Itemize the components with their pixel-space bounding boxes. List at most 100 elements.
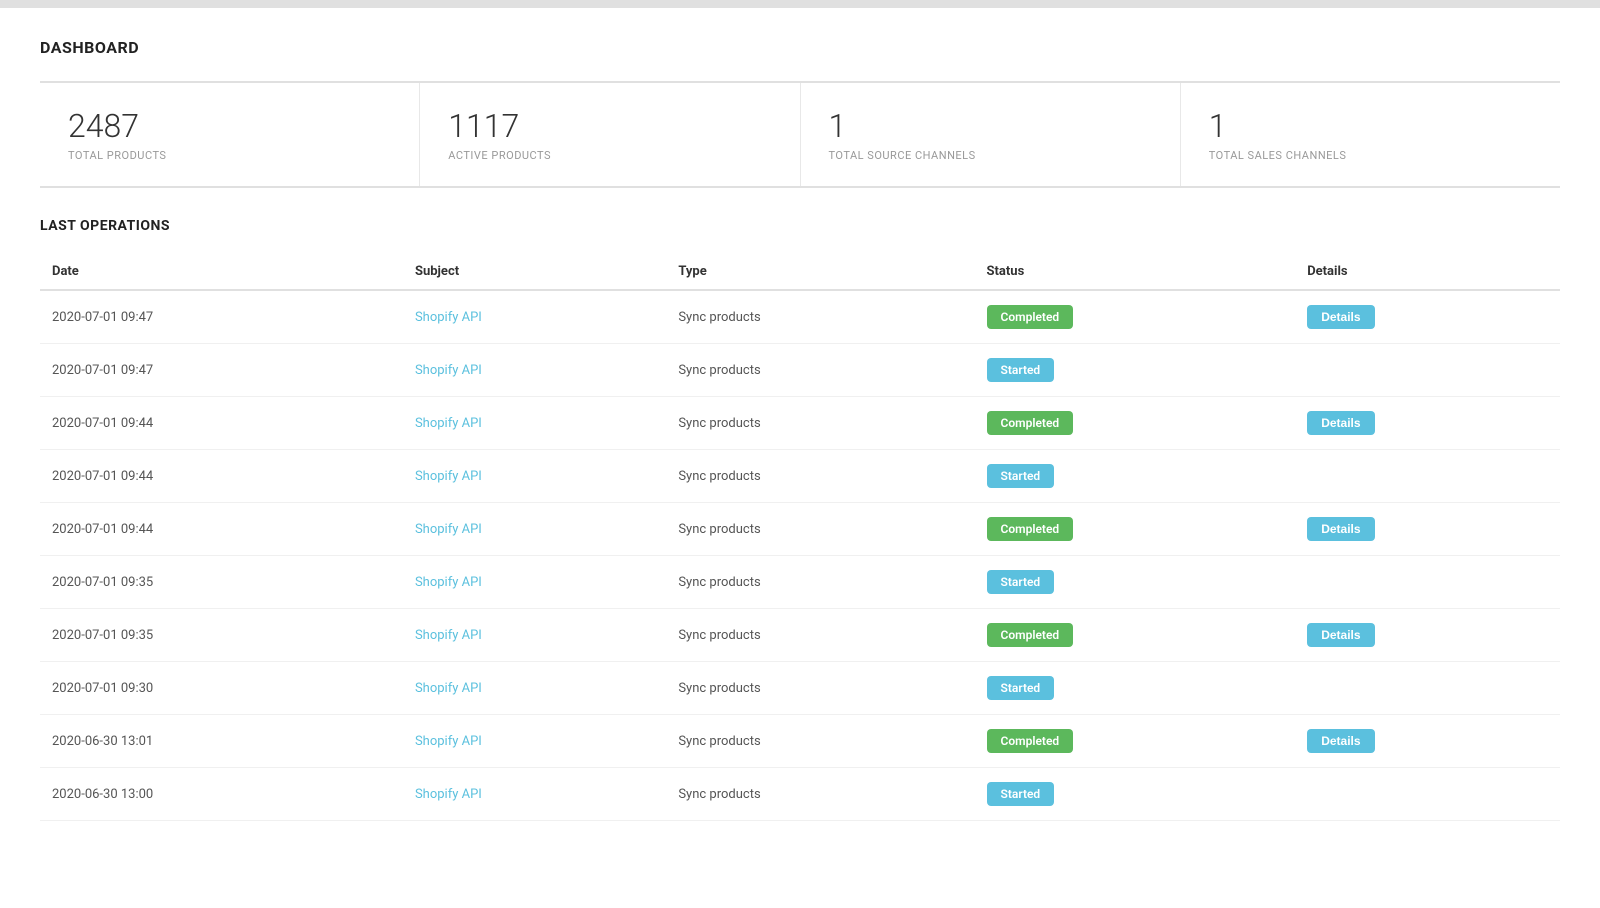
stat-card-source-channels: 1 TOTAL SOURCE CHANNELS — [801, 83, 1181, 186]
cell-type: Sync products — [666, 768, 974, 821]
operations-section-title: LAST OPERATIONS — [40, 218, 1560, 234]
cell-type: Sync products — [666, 715, 974, 768]
stat-card-sales-channels: 1 TOTAL SALES CHANNELS — [1181, 83, 1560, 186]
table-row: 2020-07-01 09:47 Shopify API Sync produc… — [40, 344, 1560, 397]
cell-date: 2020-07-01 09:47 — [40, 344, 403, 397]
cell-status: Started — [975, 662, 1296, 715]
status-badge: Started — [987, 464, 1055, 488]
table-row: 2020-07-01 09:35 Shopify API Sync produc… — [40, 609, 1560, 662]
col-date: Date — [40, 254, 403, 290]
cell-date: 2020-07-01 09:35 — [40, 609, 403, 662]
subject-link[interactable]: Shopify API — [415, 681, 482, 696]
cell-status: Completed — [975, 290, 1296, 344]
cell-subject: Shopify API — [403, 397, 666, 450]
stat-card-total-products: 2487 TOTAL PRODUCTS — [40, 83, 420, 186]
cell-status: Started — [975, 768, 1296, 821]
cell-subject: Shopify API — [403, 503, 666, 556]
table-row: 2020-07-01 09:44 Shopify API Sync produc… — [40, 503, 1560, 556]
cell-type: Sync products — [666, 450, 974, 503]
cell-details — [1295, 450, 1560, 503]
col-subject: Subject — [403, 254, 666, 290]
cell-date: 2020-06-30 13:01 — [40, 715, 403, 768]
table-row: 2020-07-01 09:44 Shopify API Sync produc… — [40, 450, 1560, 503]
page-container: DASHBOARD 2487 TOTAL PRODUCTS 1117 ACTIV… — [0, 8, 1600, 908]
subject-link[interactable]: Shopify API — [415, 734, 482, 749]
subject-link[interactable]: Shopify API — [415, 522, 482, 537]
status-badge: Completed — [987, 729, 1074, 753]
stat-card-active-products: 1117 ACTIVE PRODUCTS — [420, 83, 800, 186]
source-channels-label: TOTAL SOURCE CHANNELS — [829, 149, 1152, 162]
table-row: 2020-07-01 09:35 Shopify API Sync produc… — [40, 556, 1560, 609]
page-title: DASHBOARD — [40, 38, 1560, 57]
total-products-number: 2487 — [68, 107, 391, 145]
sales-channels-label: TOTAL SALES CHANNELS — [1209, 149, 1532, 162]
cell-status: Started — [975, 344, 1296, 397]
subject-link[interactable]: Shopify API — [415, 469, 482, 484]
cell-details: Details — [1295, 503, 1560, 556]
table-header-row: Date Subject Type Status Details — [40, 254, 1560, 290]
cell-status: Started — [975, 450, 1296, 503]
details-button[interactable]: Details — [1307, 305, 1374, 329]
cell-date: 2020-07-01 09:44 — [40, 503, 403, 556]
table-body: 2020-07-01 09:47 Shopify API Sync produc… — [40, 290, 1560, 821]
subject-link[interactable]: Shopify API — [415, 628, 482, 643]
col-status: Status — [975, 254, 1296, 290]
table-row: 2020-07-01 09:30 Shopify API Sync produc… — [40, 662, 1560, 715]
cell-details — [1295, 556, 1560, 609]
status-badge: Started — [987, 358, 1055, 382]
table-row: 2020-07-01 09:44 Shopify API Sync produc… — [40, 397, 1560, 450]
subject-link[interactable]: Shopify API — [415, 363, 482, 378]
cell-date: 2020-07-01 09:44 — [40, 450, 403, 503]
table-row: 2020-06-30 13:01 Shopify API Sync produc… — [40, 715, 1560, 768]
active-products-number: 1117 — [448, 107, 771, 145]
details-button[interactable]: Details — [1307, 517, 1374, 541]
status-badge: Completed — [987, 411, 1074, 435]
cell-date: 2020-06-30 13:00 — [40, 768, 403, 821]
table-row: 2020-06-30 13:00 Shopify API Sync produc… — [40, 768, 1560, 821]
cell-details — [1295, 662, 1560, 715]
cell-date: 2020-07-01 09:44 — [40, 397, 403, 450]
active-products-label: ACTIVE PRODUCTS — [448, 149, 771, 162]
cell-type: Sync products — [666, 290, 974, 344]
cell-type: Sync products — [666, 397, 974, 450]
status-badge: Started — [987, 570, 1055, 594]
cell-subject: Shopify API — [403, 450, 666, 503]
table-header: Date Subject Type Status Details — [40, 254, 1560, 290]
col-type: Type — [666, 254, 974, 290]
details-button[interactable]: Details — [1307, 729, 1374, 753]
status-badge: Started — [987, 676, 1055, 700]
cell-details — [1295, 768, 1560, 821]
stats-row: 2487 TOTAL PRODUCTS 1117 ACTIVE PRODUCTS… — [40, 81, 1560, 188]
cell-subject: Shopify API — [403, 768, 666, 821]
status-badge: Completed — [987, 305, 1074, 329]
status-badge: Completed — [987, 517, 1074, 541]
sales-channels-number: 1 — [1209, 107, 1532, 145]
cell-status: Started — [975, 556, 1296, 609]
cell-status: Completed — [975, 609, 1296, 662]
cell-type: Sync products — [666, 556, 974, 609]
col-details: Details — [1295, 254, 1560, 290]
cell-type: Sync products — [666, 609, 974, 662]
cell-subject: Shopify API — [403, 556, 666, 609]
source-channels-number: 1 — [829, 107, 1152, 145]
details-button[interactable]: Details — [1307, 623, 1374, 647]
cell-date: 2020-07-01 09:30 — [40, 662, 403, 715]
cell-status: Completed — [975, 715, 1296, 768]
subject-link[interactable]: Shopify API — [415, 416, 482, 431]
subject-link[interactable]: Shopify API — [415, 575, 482, 590]
subject-link[interactable]: Shopify API — [415, 310, 482, 325]
cell-details: Details — [1295, 290, 1560, 344]
cell-type: Sync products — [666, 344, 974, 397]
details-button[interactable]: Details — [1307, 411, 1374, 435]
subject-link[interactable]: Shopify API — [415, 787, 482, 802]
operations-table: Date Subject Type Status Details 2020-07… — [40, 254, 1560, 821]
cell-details: Details — [1295, 397, 1560, 450]
status-badge: Completed — [987, 623, 1074, 647]
cell-details: Details — [1295, 715, 1560, 768]
cell-date: 2020-07-01 09:35 — [40, 556, 403, 609]
cell-subject: Shopify API — [403, 609, 666, 662]
cell-details: Details — [1295, 609, 1560, 662]
cell-subject: Shopify API — [403, 344, 666, 397]
cell-status: Completed — [975, 397, 1296, 450]
cell-status: Completed — [975, 503, 1296, 556]
